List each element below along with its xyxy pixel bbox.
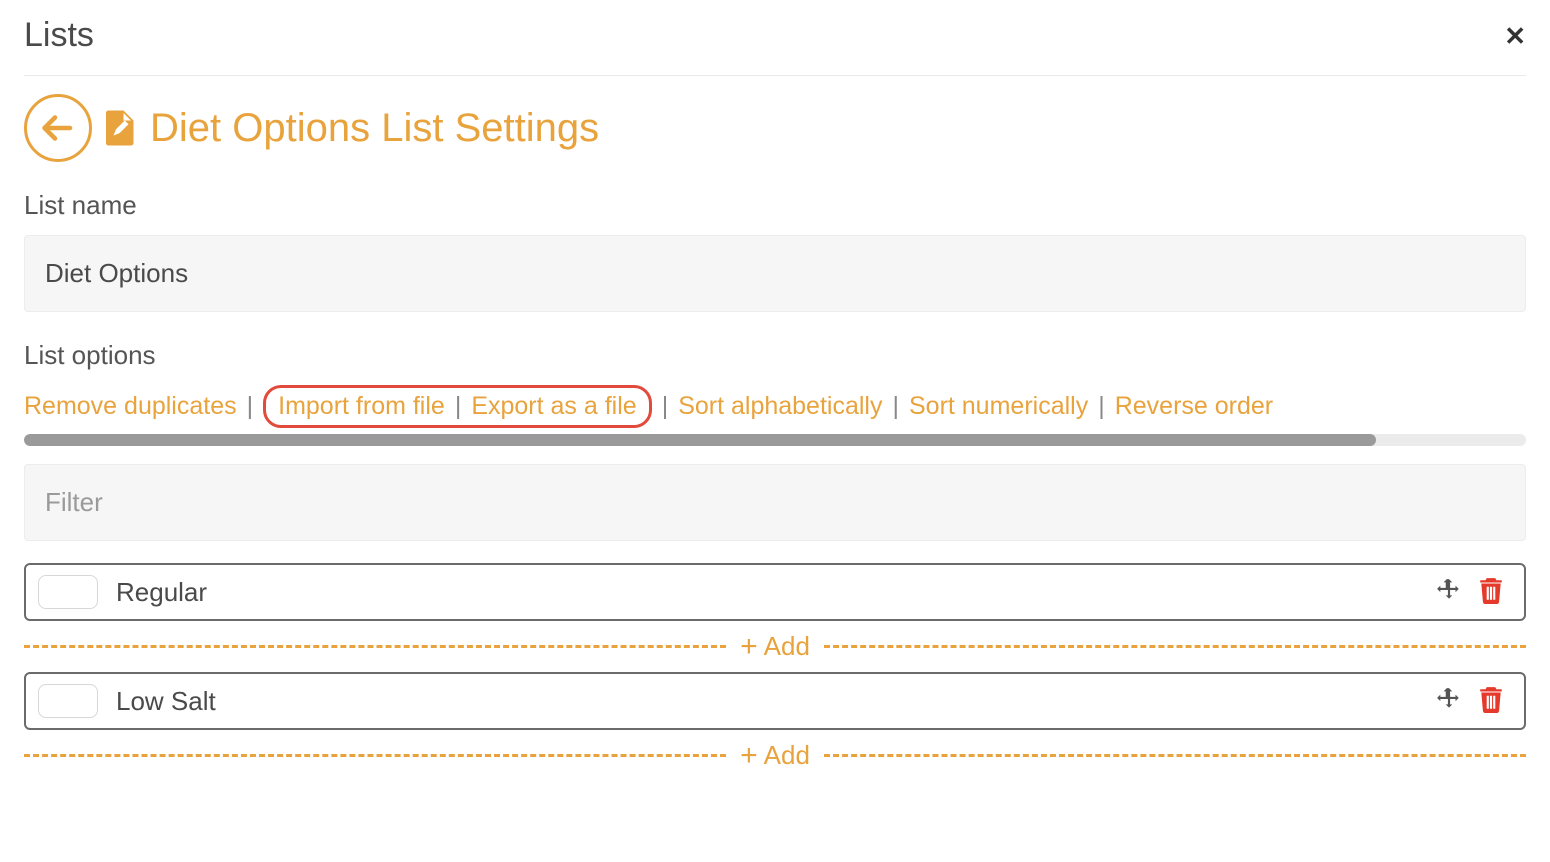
dashed-line: [824, 754, 1526, 757]
list-item: Regular: [24, 563, 1526, 621]
export-as-file-link[interactable]: Export as a file: [471, 392, 636, 421]
list-name-label: List name: [24, 190, 1526, 221]
import-from-file-link[interactable]: Import from file: [278, 392, 445, 421]
add-item-button[interactable]: + Add: [24, 631, 1526, 662]
sort-numerically-link[interactable]: Sort numerically: [909, 392, 1088, 421]
progress-bar-track: [24, 434, 1526, 446]
remove-duplicates-link[interactable]: Remove duplicates: [24, 392, 237, 421]
list-options-actions: Remove duplicates | Import from file | E…: [24, 385, 1526, 428]
trash-icon[interactable]: [1478, 576, 1504, 609]
dashed-line: [24, 645, 726, 648]
list-item-label: Low Salt: [116, 686, 1418, 717]
separator: |: [892, 392, 899, 421]
filter-input[interactable]: [24, 464, 1526, 541]
move-icon[interactable]: [1436, 577, 1462, 608]
plus-icon: +: [740, 632, 758, 662]
file-edit-icon: [106, 110, 136, 146]
add-label: Add: [764, 631, 810, 662]
color-swatch[interactable]: [38, 684, 98, 718]
separator: |: [1098, 392, 1105, 421]
list-item-actions: [1436, 685, 1504, 718]
progress-bar-fill: [24, 434, 1376, 446]
separator: |: [455, 392, 462, 421]
list-options-label: List options: [24, 340, 1526, 371]
move-icon[interactable]: [1436, 686, 1462, 717]
add-label: Add: [764, 740, 810, 771]
dashed-line: [824, 645, 1526, 648]
page-title: Diet Options List Settings: [150, 106, 599, 151]
plus-icon: +: [740, 741, 758, 771]
import-export-highlight: Import from file | Export as a file: [263, 385, 652, 428]
list-item-actions: [1436, 576, 1504, 609]
close-icon[interactable]: ✕: [1504, 23, 1526, 49]
add-item-button[interactable]: + Add: [24, 740, 1526, 771]
heading-row: Diet Options List Settings: [24, 94, 1526, 162]
reverse-order-link[interactable]: Reverse order: [1115, 392, 1273, 421]
color-swatch[interactable]: [38, 575, 98, 609]
list-name-input[interactable]: [24, 235, 1526, 312]
sort-alphabetically-link[interactable]: Sort alphabetically: [678, 392, 882, 421]
list-item: Low Salt: [24, 672, 1526, 730]
back-button[interactable]: [24, 94, 92, 162]
top-bar: Lists ✕: [24, 16, 1526, 76]
dashed-line: [24, 754, 726, 757]
arrow-left-icon: [40, 110, 76, 146]
separator: |: [662, 392, 669, 421]
separator: |: [247, 392, 254, 421]
list-item-label: Regular: [116, 577, 1418, 608]
modal-title: Lists: [24, 16, 94, 55]
trash-icon[interactable]: [1478, 685, 1504, 718]
